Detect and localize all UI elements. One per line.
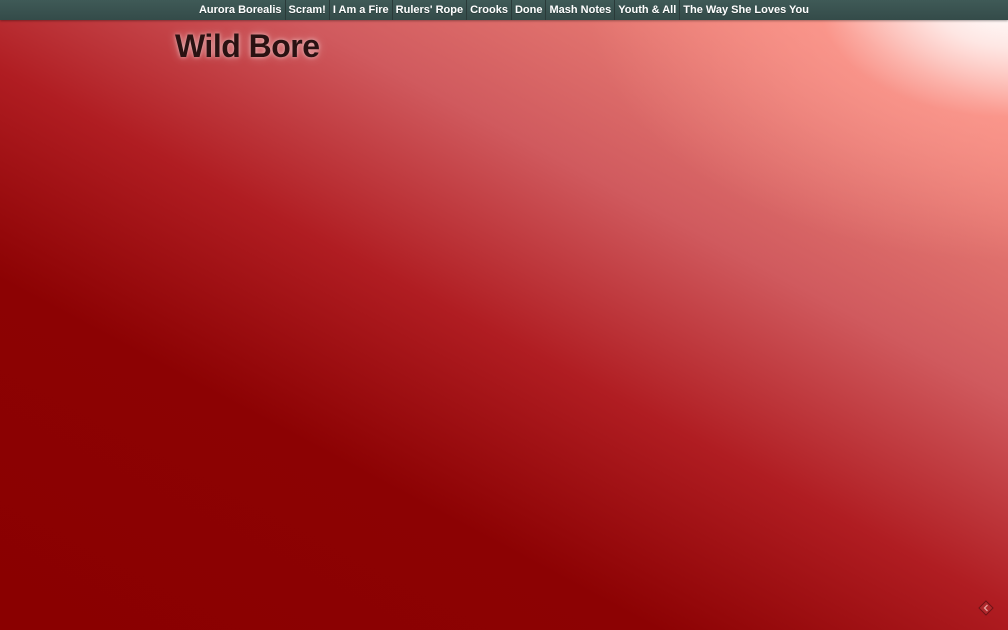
nav-item-rulers-rope[interactable]: Rulers' Rope	[391, 0, 466, 20]
page-title: Wild Bore	[175, 28, 320, 64]
nav-item-aurora-borealis[interactable]: Aurora Borealis	[196, 0, 285, 20]
nav-item-mash-notes[interactable]: Mash Notes	[545, 0, 614, 20]
top-navigation-bar: Aurora Borealis Scram! I Am a Fire Ruler…	[0, 0, 1008, 20]
nav-item-i-am-a-fire[interactable]: I Am a Fire	[328, 0, 392, 20]
nav-item-crooks[interactable]: Crooks	[466, 0, 511, 20]
nav-item-the-way-she-loves-you[interactable]: The Way She Loves You	[679, 0, 812, 20]
nav-item-youth-and-all[interactable]: Youth & All	[614, 0, 679, 20]
diamond-arrow-icon[interactable]	[978, 600, 994, 616]
song-menu: Aurora Borealis Scram! I Am a Fire Ruler…	[196, 0, 812, 20]
nav-item-scram[interactable]: Scram!	[284, 0, 329, 20]
nav-item-done[interactable]: Done	[510, 0, 546, 20]
